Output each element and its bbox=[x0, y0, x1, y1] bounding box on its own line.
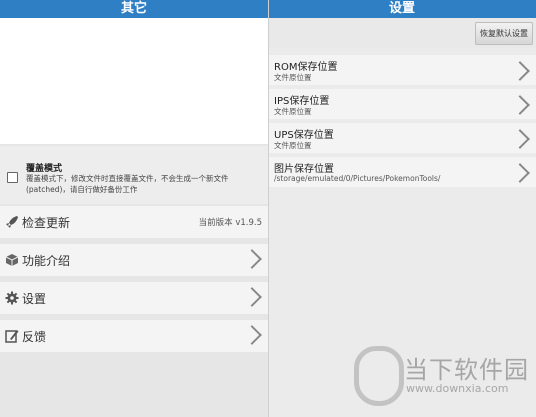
feedback-label: 反馈 bbox=[22, 330, 47, 344]
menu-item-features[interactable]: 功能介绍 bbox=[0, 244, 268, 276]
menu-item-feedback[interactable]: 反馈 bbox=[0, 320, 268, 352]
check-update-label: 检查更新 bbox=[22, 216, 71, 230]
setting-value: 文件原位置 bbox=[274, 73, 312, 82]
panel-divider bbox=[268, 0, 269, 417]
chevron-right-icon bbox=[242, 325, 262, 345]
setting-title: UPS保存位置 bbox=[274, 130, 334, 141]
chevron-right-icon bbox=[242, 249, 262, 269]
settings-label: 设置 bbox=[22, 292, 47, 306]
settings-header: 设置 bbox=[268, 0, 536, 18]
watermark-name: 当下软件园 bbox=[404, 356, 529, 384]
rocket-icon bbox=[5, 215, 19, 229]
settings-toolbar: 恢复默认设置 bbox=[268, 18, 536, 48]
menu-item-check-update[interactable]: 检查更新 当前版本 v1.9.5 bbox=[0, 206, 268, 238]
setting-title: ROM保存位置 bbox=[274, 62, 338, 73]
chevron-right-icon bbox=[510, 129, 530, 149]
setting-image-location[interactable]: 图片保存位置 /storage/emulated/0/Pictures/Poke… bbox=[268, 157, 536, 187]
menu-item-settings[interactable]: 设置 bbox=[0, 282, 268, 314]
feedback-icon bbox=[5, 329, 19, 343]
watermark-logo-icon bbox=[354, 346, 404, 406]
setting-value: /storage/emulated/0/Pictures/PokemonTool… bbox=[274, 174, 441, 183]
reset-defaults-button[interactable]: 恢复默认设置 bbox=[475, 22, 533, 45]
setting-ips-location[interactable]: IPS保存位置 文件原位置 bbox=[268, 89, 536, 119]
watermark-url: www.downxia.com bbox=[406, 382, 509, 395]
chevron-right-icon bbox=[510, 163, 530, 183]
chevron-right-icon bbox=[510, 95, 530, 115]
chevron-right-icon bbox=[242, 287, 262, 307]
overwrite-description: 覆盖模式下，修改文件时直接覆盖文件，不会生成一个新文件(patched)，请自行… bbox=[26, 174, 229, 194]
watermark: 当下软件园 www.downxia.com bbox=[354, 340, 534, 410]
blank-area bbox=[0, 18, 268, 144]
cube-icon bbox=[5, 253, 19, 267]
features-label: 功能介绍 bbox=[22, 254, 71, 268]
setting-title: IPS保存位置 bbox=[274, 96, 330, 107]
current-version-text: 当前版本 v1.9.5 bbox=[198, 218, 262, 228]
chevron-right-icon bbox=[510, 61, 530, 81]
setting-title: 图片保存位置 bbox=[274, 164, 334, 175]
overwrite-checkbox[interactable] bbox=[7, 172, 18, 183]
setting-rom-location[interactable]: ROM保存位置 文件原位置 bbox=[268, 55, 536, 85]
others-panel: 其它 覆盖模式 覆盖模式下，修改文件时直接覆盖文件，不会生成一个新文件(patc… bbox=[0, 0, 268, 417]
overwrite-mode-row[interactable]: 覆盖模式 覆盖模式下，修改文件时直接覆盖文件，不会生成一个新文件(patched… bbox=[0, 146, 268, 204]
setting-ups-location[interactable]: UPS保存位置 文件原位置 bbox=[268, 123, 536, 153]
setting-value: 文件原位置 bbox=[274, 107, 312, 116]
gear-icon bbox=[5, 291, 19, 305]
setting-value: 文件原位置 bbox=[274, 141, 312, 150]
others-header: 其它 bbox=[0, 0, 268, 18]
